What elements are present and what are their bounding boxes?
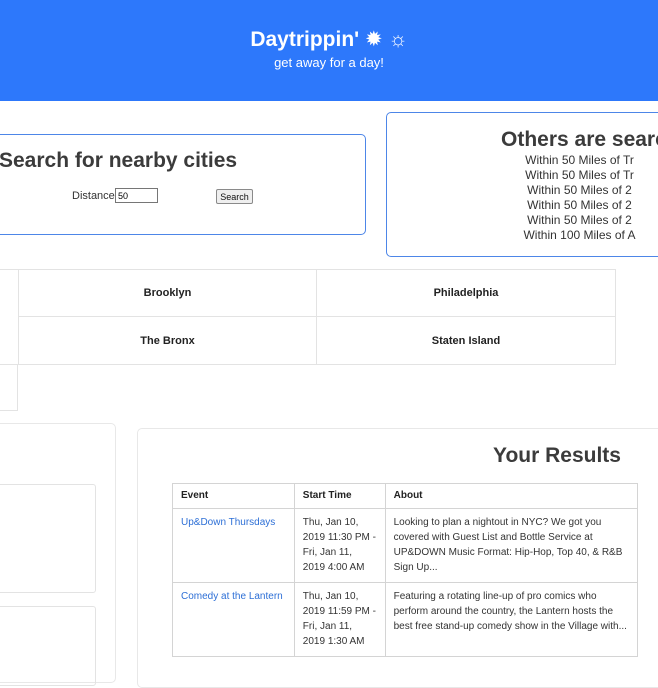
city-tile-partial[interactable] xyxy=(0,364,18,411)
app-header: Daytrippin' ✹ ☼ get away for a day! xyxy=(0,0,658,101)
about-cell: Featuring a rotating line-up of pro comi… xyxy=(384,582,639,657)
left-panel-card xyxy=(0,484,96,593)
distance-label: Distance xyxy=(72,190,115,202)
table-header-row: Event Start Time About xyxy=(172,483,639,509)
city-tile-staten-island[interactable]: Staten Island xyxy=(316,317,615,364)
search-button[interactable]: Search xyxy=(216,189,253,204)
left-panel xyxy=(0,423,116,686)
others-searching-card: Others are searching Within 50 Miles of … xyxy=(386,112,658,257)
left-panel-card xyxy=(0,606,96,686)
city-tile-the-bronx[interactable]: The Bronx xyxy=(18,317,316,364)
recent-search-item[interactable]: Within 100 Miles of A xyxy=(387,228,658,243)
column-header-event: Event xyxy=(172,483,295,509)
search-heading: Search for nearby cities xyxy=(0,149,238,172)
results-panel: Your Results Event Start Time About Up&D… xyxy=(137,428,658,688)
start-time-cell: Thu, Jan 10, 2019 11:30 PM - Fri, Jan 11… xyxy=(293,508,386,583)
app-subtitle: get away for a day! xyxy=(274,55,384,70)
city-tile-philadelphia[interactable]: Philadelphia xyxy=(316,270,615,317)
recent-search-item[interactable]: Within 50 Miles of 2 xyxy=(387,213,658,228)
search-card: Search for nearby cities Distance Search xyxy=(0,134,366,235)
start-time-cell: Thu, Jan 10, 2019 11:59 PM - Fri, Jan 11… xyxy=(293,582,386,657)
event-cell: Up&Down Thursdays xyxy=(172,508,295,583)
others-heading: Others are searching xyxy=(501,128,658,151)
city-grid: Brooklyn Philadelphia The Bronx Staten I… xyxy=(0,269,616,365)
table-row: Up&Down Thursdays Thu, Jan 10, 2019 11:3… xyxy=(172,508,639,583)
city-tile-brooklyn[interactable]: Brooklyn xyxy=(18,270,316,317)
about-cell: Looking to plan a nightout in NYC? We go… xyxy=(384,508,639,583)
event-cell: Comedy at the Lantern xyxy=(172,582,295,657)
sun-icon: ✹ ☼ xyxy=(365,28,408,51)
app-title-text: Daytrippin' xyxy=(250,28,360,51)
app-title: Daytrippin' ✹ ☼ xyxy=(0,27,658,52)
event-link[interactable]: Comedy at the Lantern xyxy=(181,591,283,602)
event-link[interactable]: Up&Down Thursdays xyxy=(181,517,275,528)
results-heading: Your Results xyxy=(493,444,621,467)
recent-search-item[interactable]: Within 50 Miles of Tr xyxy=(387,153,658,168)
results-table: Event Start Time About Up&Down Thursdays… xyxy=(172,483,639,657)
recent-searches-list: Within 50 Miles of Tr Within 50 Miles of… xyxy=(387,153,658,243)
recent-search-item[interactable]: Within 50 Miles of 2 xyxy=(387,183,658,198)
recent-search-item[interactable]: Within 50 Miles of 2 xyxy=(387,198,658,213)
table-row: Comedy at the Lantern Thu, Jan 10, 2019 … xyxy=(172,582,639,657)
column-header-about: About xyxy=(384,483,639,509)
recent-search-item[interactable]: Within 50 Miles of Tr xyxy=(387,168,658,183)
column-header-start-time: Start Time xyxy=(293,483,386,509)
distance-input[interactable] xyxy=(115,188,158,203)
